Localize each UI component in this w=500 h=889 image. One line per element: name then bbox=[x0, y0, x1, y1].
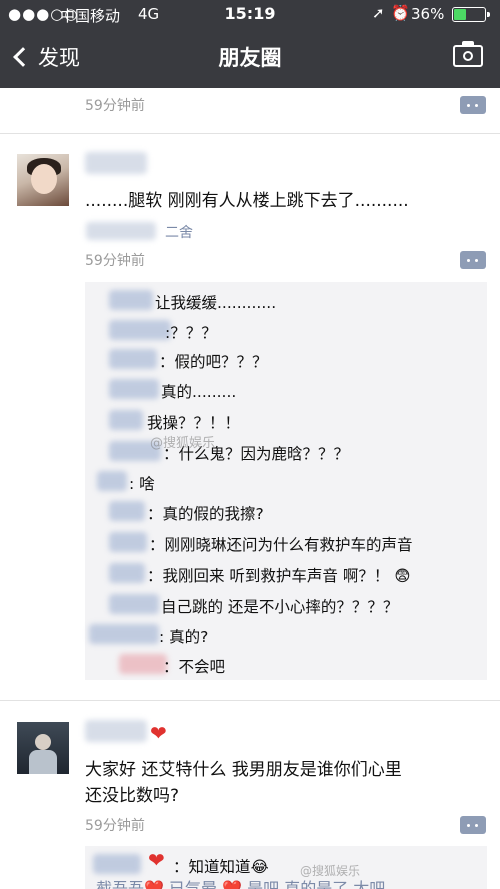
partial-comment: 截吾吾❤️ 已气晕 ❤️ 是吧 直的是了 太吧 bbox=[96, 879, 386, 889]
comment-list: 让我缓缓............ :？？？ ：假的吧？？？ 真的........… bbox=[85, 282, 487, 680]
blurred-username[interactable] bbox=[85, 152, 147, 174]
comment-row[interactable]: ：刚刚晓琳还问为什么有救护车的声音 bbox=[85, 528, 487, 558]
camera-icon[interactable] bbox=[453, 41, 483, 67]
heart-icon: ❤ bbox=[148, 848, 165, 872]
comment-icon[interactable] bbox=[460, 816, 486, 834]
post-text-line2: 还没比数吗? bbox=[85, 786, 180, 806]
battery-percent: 36% bbox=[411, 5, 445, 23]
comment-icon[interactable] bbox=[460, 251, 486, 269]
post-text: ........腿软 刚刚有人从楼上跳下去了.......... bbox=[85, 191, 409, 211]
comment-row[interactable]: :？？？ bbox=[85, 316, 487, 346]
status-bar: ●●●○○ 中国移动 4G 15:19 ➚ ⏰ 36% bbox=[0, 0, 500, 28]
avatar[interactable] bbox=[17, 722, 69, 774]
top-bar: ●●●○○ 中国移动 4G 15:19 ➚ ⏰ 36% 发现 朋友圈 bbox=[0, 0, 500, 88]
post-text-line1: 大家好 还艾特什么 我男朋友是谁你们心里 bbox=[85, 760, 402, 780]
comment-row[interactable]: : 真的? bbox=[85, 620, 487, 650]
comment-row[interactable]: 我操？？！！ bbox=[85, 406, 487, 436]
page-title: 朋友圈 bbox=[218, 46, 282, 70]
nav-bar: 发现 朋友圈 bbox=[0, 28, 500, 88]
post-location[interactable]: 二舍 bbox=[165, 222, 193, 242]
alarm-icon: ⏰ bbox=[391, 4, 410, 22]
comment-row[interactable]: 自己跳的 还是不小心摔的？？？？ bbox=[85, 590, 487, 620]
comment-row[interactable]: : 啥 bbox=[85, 467, 487, 497]
watermark: @搜狐娱乐 bbox=[150, 436, 216, 451]
comment-row[interactable]: ：假的吧？？？ bbox=[85, 345, 487, 375]
comment-row[interactable]: 真的......... bbox=[85, 375, 487, 405]
location-arrow-icon: ➚ bbox=[372, 4, 385, 22]
post-time: 59分钟前 bbox=[85, 818, 145, 834]
comment-row[interactable]: ：什么鬼？因为鹿晗？？？ bbox=[85, 437, 487, 467]
comment-row[interactable]: ：我刚回来 听到救护车声音 啊？！ 😨 bbox=[85, 559, 487, 589]
divider bbox=[0, 133, 500, 134]
comment-row[interactable]: ：真的假的我擦? bbox=[85, 497, 487, 527]
comment-icon[interactable] bbox=[460, 96, 486, 114]
heart-icon: ❤ bbox=[150, 721, 167, 745]
avatar[interactable] bbox=[17, 154, 69, 206]
divider bbox=[0, 700, 500, 701]
post-time: 59分钟前 bbox=[85, 253, 145, 269]
battery-icon bbox=[452, 7, 490, 22]
blurred-location bbox=[86, 222, 156, 240]
comment-row[interactable]: ：不会吧 bbox=[85, 650, 487, 680]
comment-row[interactable]: 让我缓缓............ bbox=[85, 286, 487, 316]
blurred-username[interactable] bbox=[85, 720, 147, 742]
prev-post-time: 59分钟前 bbox=[85, 98, 145, 114]
